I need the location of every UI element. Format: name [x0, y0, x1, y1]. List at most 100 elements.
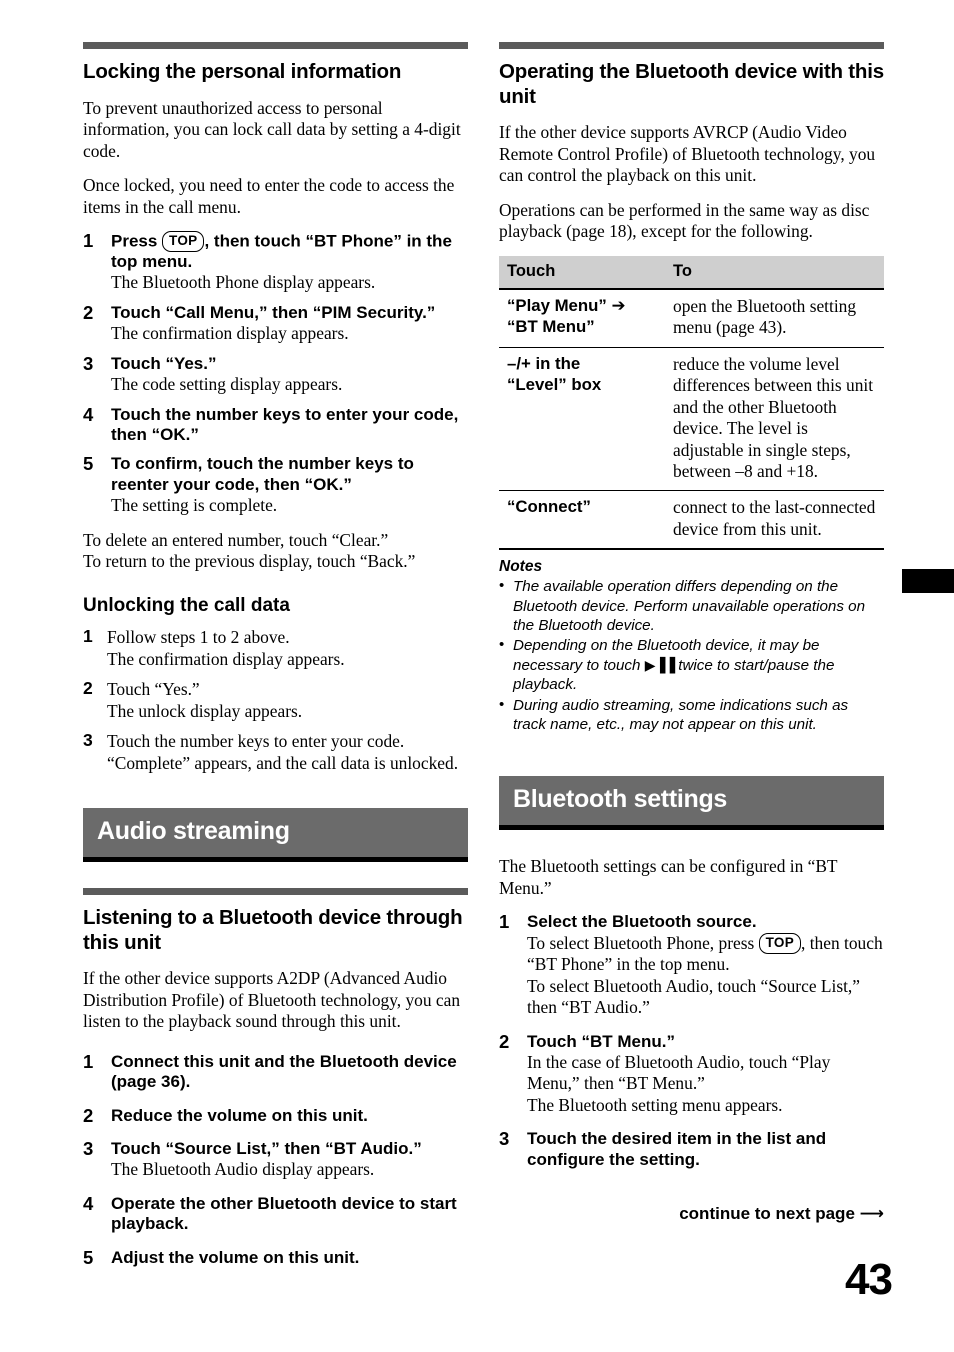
touch-line-1: –/+ in the — [507, 353, 581, 373]
step-number: 4 — [83, 1192, 94, 1214]
step-text-part: Press — [111, 231, 163, 251]
step-item: 3 Touch “Yes.” The code setting display … — [83, 352, 468, 396]
step-number: 2 — [499, 1030, 510, 1052]
intro-paragraph-2: Once locked, you need to enter the code … — [83, 175, 455, 217]
play-pause-icon: ▶▐▐ — [644, 657, 675, 674]
step-number: 3 — [83, 352, 94, 374]
touch-line-2: “Level” box — [507, 374, 602, 394]
step-text: Touch “BT Menu.” — [527, 1031, 675, 1051]
step-number: 3 — [83, 1138, 94, 1160]
step-number: 2 — [83, 301, 94, 323]
step-number: 3 — [83, 730, 93, 751]
banner-underline — [499, 825, 884, 831]
step-number: 5 — [83, 1246, 94, 1268]
touch-line-2: “BT Menu” — [507, 316, 595, 336]
heading-rule — [83, 888, 468, 896]
step-number: 2 — [83, 678, 93, 699]
bluetooth-settings-section-banner: Bluetooth settings — [499, 776, 884, 831]
step-number: 1 — [83, 626, 93, 647]
heading-rule — [83, 42, 468, 49]
table-row: “Connect” connect to the last-connected … — [499, 490, 884, 551]
continue-to-next-page: continue to next page ⟶ — [679, 1204, 884, 1224]
step-item: 1 Select the Bluetooth source. To select… — [499, 911, 884, 1018]
manual-page: Locking the personal information To prev… — [0, 0, 954, 1352]
step-number: 2 — [83, 1104, 94, 1126]
step-item: 4 Operate the other Bluetooth device to … — [83, 1192, 468, 1235]
step-text: Follow steps 1 to 2 above. — [107, 627, 290, 648]
step-note: The unlock display appears. — [107, 700, 303, 721]
step-item: 3 Touch the number keys to enter your co… — [83, 730, 468, 774]
step-text: Reduce the volume on this unit. — [111, 1105, 368, 1125]
listening-steps: 1 Connect this unit and the Bluetooth de… — [83, 1050, 468, 1268]
top-key-icon[interactable]: TOP — [162, 231, 205, 252]
banner-underline — [83, 857, 468, 863]
audio-streaming-section-banner: Audio streaming — [83, 808, 468, 863]
step-note: The setting is complete. — [111, 495, 278, 516]
column-header-touch: Touch — [499, 255, 665, 290]
locking-steps: 1 Press TOP, then touch “BT Phone” in th… — [83, 230, 468, 517]
notes-title: Notes — [499, 558, 543, 576]
note-item: Depending on the Bluetooth device, it ma… — [499, 635, 884, 694]
step-note-2: The Bluetooth setting menu appears. — [527, 1094, 783, 1115]
outro-paragraph-2: To return to the previous display, touch… — [83, 551, 416, 572]
notes-list: The available operation differs dependin… — [499, 576, 884, 734]
edge-thumb-index-tab — [902, 569, 954, 593]
step-text: Press TOP, then touch “BT Phone” in the … — [111, 231, 468, 272]
step-item: 2 Touch “Yes.” The unlock display appear… — [83, 678, 468, 722]
note-text: During audio streaming, some indications… — [513, 696, 849, 733]
listening-heading: Listening to a Bluetooth device through … — [83, 906, 463, 954]
section-banner-label: Bluetooth settings — [499, 776, 884, 826]
step-note: To select Bluetooth Phone, press TOP, th… — [527, 933, 884, 976]
column-header-to: To — [665, 255, 884, 290]
step-note-2: To select Bluetooth Audio, touch “Source… — [527, 975, 861, 1018]
settings-intro: The Bluetooth settings can be configured… — [499, 856, 838, 898]
table-cell-to: reduce the volume level differences betw… — [665, 347, 884, 492]
step-text: Touch “Call Menu,” then “PIM Security.” — [111, 302, 436, 322]
listening-intro: If the other device supports A2DP (Advan… — [83, 968, 461, 1032]
step-note: “Complete” appears, and the call data is… — [107, 752, 459, 773]
step-number: 1 — [83, 230, 94, 252]
top-key-icon[interactable]: TOP — [758, 933, 802, 954]
intro-paragraph-1: To prevent unauthorized access to person… — [83, 97, 461, 161]
step-item: 2 Reduce the volume on this unit. — [83, 1104, 468, 1126]
step-text: Touch “Yes.” — [107, 679, 200, 700]
left-column: Locking the personal information To prev… — [83, 42, 468, 1281]
step-text: Touch the number keys to enter your code… — [107, 731, 405, 752]
note-text: The available operation differs dependin… — [513, 578, 866, 635]
step-item: 5 To confirm, touch the number keys to r… — [83, 453, 468, 516]
step-item: 1 Connect this unit and the Bluetooth de… — [83, 1050, 468, 1093]
step-number: 3 — [499, 1128, 510, 1150]
notes-block: Notes The available operation differs de… — [499, 558, 884, 734]
table-cell-touch: “Connect” — [499, 490, 665, 551]
right-column: Operating the Bluetooth device with this… — [499, 42, 884, 1224]
unlocking-steps: 1 Follow steps 1 to 2 above. The confirm… — [83, 626, 468, 774]
step-text: Operate the other Bluetooth device to st… — [111, 1193, 457, 1234]
step-text: Touch the number keys to enter your code… — [111, 404, 459, 444]
heading-rule — [499, 42, 884, 49]
step-number: 1 — [83, 1050, 94, 1072]
settings-steps: 1 Select the Bluetooth source. To select… — [499, 911, 884, 1170]
touch-actions-table: Touch To “Play Menu” ➔ “BT Menu” open th… — [499, 255, 884, 551]
page-number: 43 — [845, 1255, 893, 1304]
step-number: 1 — [499, 911, 510, 933]
step-item: 5 Adjust the volume on this unit. — [83, 1246, 468, 1268]
step-text: Touch “Yes.” — [111, 353, 217, 373]
step-note: The code setting display appears. — [111, 374, 343, 395]
step-note: The confirmation display appears. — [107, 648, 345, 669]
table-cell-to: open the Bluetooth setting menu (page 43… — [665, 288, 884, 348]
touch-line-1: “Connect” — [507, 497, 591, 517]
table-cell-touch: “Play Menu” ➔ “BT Menu” — [499, 288, 665, 348]
table-row: –/+ in the “Level” box reduce the volume… — [499, 347, 884, 492]
step-item: 2 Touch “BT Menu.” In the case of Blueto… — [499, 1030, 884, 1117]
step-item: 3 Touch “Source List,” then “BT Audio.” … — [83, 1138, 468, 1181]
table-cell-to: connect to the last-connected device fro… — [665, 490, 884, 551]
note-text-part: To select Bluetooth Phone, press — [527, 932, 759, 953]
table-header-row: Touch To — [499, 255, 884, 290]
step-item: 3 Touch the desired item in the list and… — [499, 1128, 884, 1170]
step-number: 4 — [83, 403, 94, 425]
step-note: In the case of Bluetooth Audio, touch “P… — [527, 1051, 831, 1094]
step-text: Connect this unit and the Bluetooth devi… — [111, 1051, 457, 1092]
outro-paragraph-1: To delete an entered number, touch “Clea… — [83, 529, 389, 550]
step-text: Touch the desired item in the list and c… — [527, 1129, 827, 1169]
step-number: 5 — [83, 453, 94, 475]
